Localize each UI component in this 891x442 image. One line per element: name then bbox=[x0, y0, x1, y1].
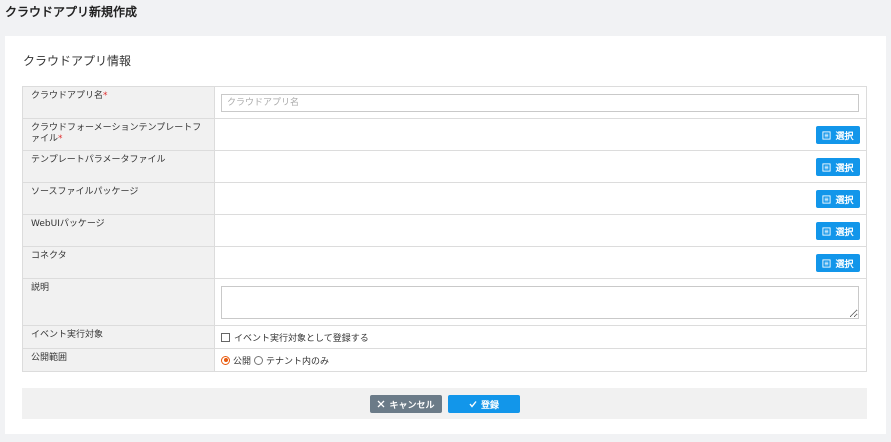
visibility-radio-group: 公開 テナント内のみ bbox=[221, 354, 860, 367]
select-button-label: 選択 bbox=[835, 259, 854, 270]
row-visibility: 公開範囲 公開 テナント内のみ bbox=[22, 348, 867, 372]
row-connector: コネクタ 選択 bbox=[22, 246, 867, 279]
label-template-param: テンプレートパラメータファイル bbox=[22, 150, 215, 183]
document-list-icon bbox=[822, 130, 832, 140]
label-text: ソースファイルパッケージ bbox=[31, 187, 139, 197]
label-text: コネクタ bbox=[31, 251, 67, 261]
visibility-tenant-radio[interactable] bbox=[254, 355, 264, 365]
value-event-target: イベント実行対象として登録する bbox=[214, 325, 867, 349]
label-text: テンプレートパラメータファイル bbox=[31, 155, 166, 165]
select-connector-button[interactable]: 選択 bbox=[816, 254, 860, 272]
select-button-label: 選択 bbox=[835, 195, 854, 206]
cancel-button-label: キャンセル bbox=[389, 400, 435, 411]
select-cf-template-button[interactable]: 選択 bbox=[816, 126, 860, 144]
label-event-target: イベント実行対象 bbox=[22, 325, 215, 349]
label-text: 説明 bbox=[31, 283, 50, 293]
label-text: イベント実行対象 bbox=[31, 330, 104, 340]
label-source-package: ソースファイルパッケージ bbox=[22, 182, 215, 215]
value-description bbox=[214, 278, 867, 326]
value-cf-template: 選択 bbox=[214, 118, 867, 151]
check-icon bbox=[469, 401, 477, 408]
label-connector: コネクタ bbox=[22, 246, 215, 279]
section-title: クラウドアプリ情報 bbox=[23, 54, 132, 68]
visibility-public-label[interactable]: 公開 bbox=[233, 354, 251, 367]
select-button-label: 選択 bbox=[835, 163, 854, 174]
document-list-icon bbox=[822, 162, 832, 172]
row-webui-package: WebUIパッケージ 選択 bbox=[22, 214, 867, 247]
label-text: 公開範囲 bbox=[31, 353, 68, 363]
select-source-package-button[interactable]: 選択 bbox=[816, 190, 860, 208]
cancel-button[interactable]: キャンセル bbox=[370, 395, 442, 413]
required-mark: * bbox=[58, 134, 63, 144]
row-template-param: テンプレートパラメータファイル 選択 bbox=[22, 150, 867, 183]
select-webui-package-button[interactable]: 選択 bbox=[816, 222, 860, 240]
event-target-checkbox[interactable] bbox=[221, 332, 230, 342]
label-text: ァイル bbox=[31, 134, 59, 144]
select-button-label: 選択 bbox=[835, 131, 854, 142]
description-textarea[interactable] bbox=[221, 285, 859, 319]
submit-button-label: 登録 bbox=[480, 400, 499, 411]
required-mark: * bbox=[103, 91, 108, 101]
value-template-param: 選択 bbox=[214, 150, 867, 183]
label-visibility: 公開範囲 bbox=[22, 348, 215, 372]
form-card: クラウドアプリ情報 クラウドアプリ名* クラウドフォーメーションテンプレートフ … bbox=[5, 36, 886, 434]
page-title: クラウドアプリ新規作成 bbox=[5, 5, 138, 19]
value-app-name bbox=[214, 86, 867, 119]
label-cf-template: クラウドフォーメーションテンプレートフ ァイル* bbox=[22, 118, 215, 151]
row-cf-template: クラウドフォーメーションテンプレートフ ァイル* 選択 bbox=[22, 118, 867, 151]
action-bar: キャンセル 登録 bbox=[22, 388, 867, 419]
visibility-public-radio[interactable] bbox=[221, 355, 230, 365]
row-app-name: クラウドアプリ名* bbox=[22, 86, 867, 119]
select-button-label: 選択 bbox=[835, 227, 854, 238]
select-template-param-button[interactable]: 選択 bbox=[816, 158, 860, 176]
value-source-package: 選択 bbox=[214, 182, 867, 215]
label-app-name: クラウドアプリ名* bbox=[22, 86, 215, 119]
event-target-checkbox-label: イベント実行対象として登録する bbox=[234, 333, 369, 344]
value-connector: 選択 bbox=[214, 246, 867, 279]
document-list-icon bbox=[822, 226, 832, 236]
close-icon bbox=[378, 400, 385, 408]
label-text: クラウドフォーメーションテンプレートフ bbox=[31, 123, 202, 133]
row-source-package: ソースファイルパッケージ 選択 bbox=[22, 182, 867, 215]
value-visibility: 公開 テナント内のみ bbox=[214, 348, 867, 372]
label-description: 説明 bbox=[22, 278, 215, 326]
label-text: WebUIパッケージ bbox=[31, 219, 105, 229]
row-event-target: イベント実行対象 イベント実行対象として登録する bbox=[22, 325, 867, 349]
app-name-input[interactable] bbox=[221, 93, 859, 112]
document-list-icon bbox=[822, 258, 832, 268]
visibility-tenant-label[interactable]: テナント内のみ bbox=[266, 354, 329, 367]
submit-button[interactable]: 登録 bbox=[448, 395, 520, 413]
document-list-icon bbox=[822, 194, 832, 204]
value-webui-package: 選択 bbox=[214, 214, 867, 247]
event-target-checkbox-row[interactable]: イベント実行対象として登録する bbox=[221, 331, 860, 344]
app-form-table: クラウドアプリ名* クラウドフォーメーションテンプレートフ ァイル* 選択 テン… bbox=[22, 86, 867, 372]
label-text: クラウドアプリ名 bbox=[31, 91, 104, 101]
label-webui-package: WebUIパッケージ bbox=[22, 214, 215, 247]
row-description: 説明 bbox=[22, 278, 867, 326]
